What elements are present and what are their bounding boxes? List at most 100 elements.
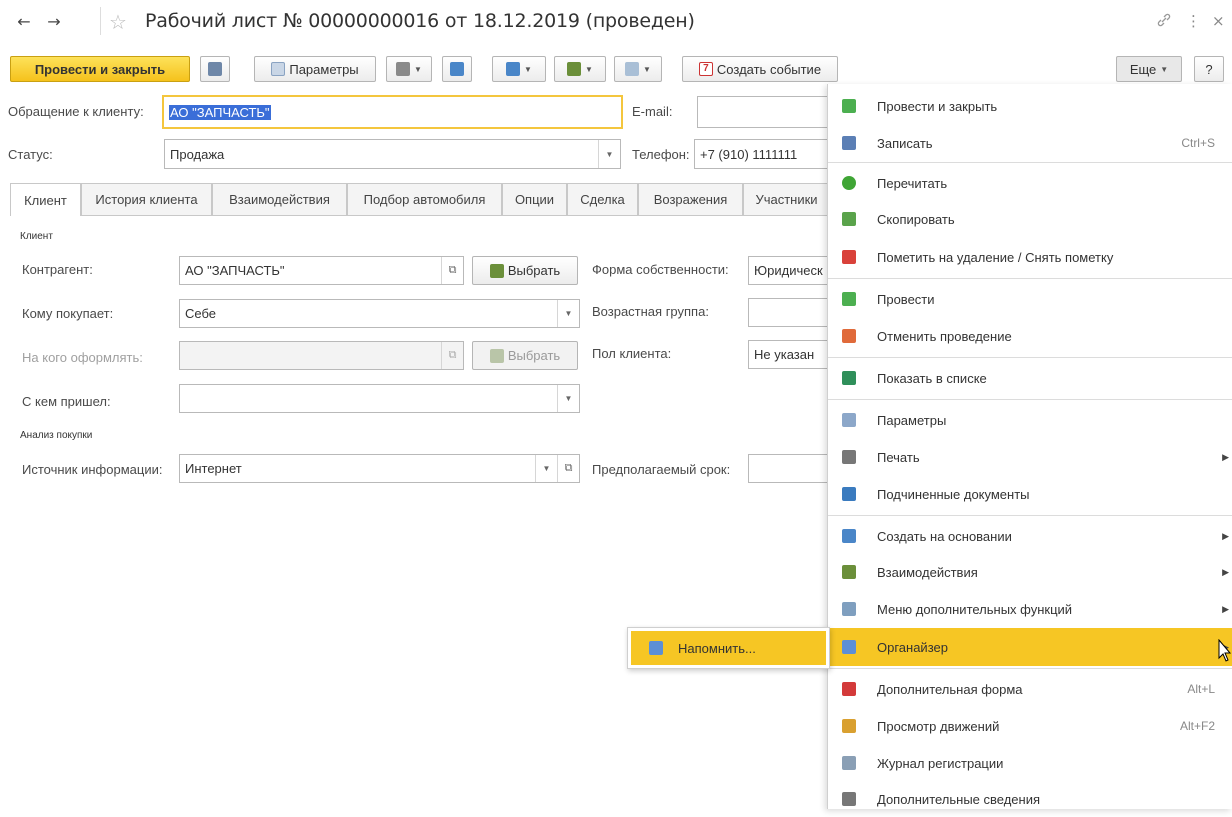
- came-with-select[interactable]: ▼: [179, 384, 580, 413]
- tab-objections[interactable]: Возражения: [638, 183, 743, 215]
- favorite-star-icon[interactable]: ☆: [106, 10, 130, 34]
- floppy-disk-icon: [208, 62, 222, 76]
- select-label-disabled: Выбрать: [507, 348, 561, 363]
- menu-item-label: Записать: [877, 135, 933, 151]
- forward-arrow-icon[interactable]: →: [42, 10, 66, 34]
- post-icon: [842, 292, 856, 306]
- menu-item-subordinate-docs[interactable]: Подчиненные документы: [828, 476, 1232, 512]
- buys-for-select[interactable]: Себе ▼: [179, 299, 580, 328]
- phone-field[interactable]: +7 (910) 1111111: [694, 139, 836, 169]
- chevron-down-icon[interactable]: ▼: [598, 140, 620, 168]
- menu-item-post[interactable]: Провести: [828, 281, 1232, 317]
- parameters-button[interactable]: Параметры: [254, 56, 376, 82]
- save-button[interactable]: [200, 56, 230, 82]
- title-bar: ← → ☆ Рабочий лист № 00000000016 от 18.1…: [0, 0, 1232, 44]
- menu-item-unpost[interactable]: Отменить проведение: [828, 318, 1232, 354]
- menu-item-organizer[interactable]: Органайзер ▶: [828, 628, 1232, 666]
- event-log-icon: [842, 756, 856, 770]
- chevron-down-icon[interactable]: ▼: [557, 385, 579, 412]
- expected-term-field[interactable]: [748, 454, 830, 483]
- menu-item-label: Перечитать: [877, 175, 948, 191]
- create-event-label: Создать событие: [716, 61, 822, 77]
- document-tree-icon: [450, 62, 464, 76]
- age-group-field[interactable]: [748, 298, 830, 327]
- menu-item-mark-deletion[interactable]: Пометить на удаление / Снять пометку: [828, 239, 1232, 275]
- chevron-down-icon: ▼: [1160, 64, 1169, 74]
- chevron-down-icon: ▼: [643, 64, 651, 74]
- menu-item-label: Пометить на удаление / Снять пометку: [877, 249, 1114, 265]
- tab-client[interactable]: Клиент: [10, 183, 81, 216]
- more-menu: Провести и закрыть Записать Ctrl+S Переч…: [827, 84, 1232, 809]
- register-to-field: ⧉: [179, 341, 464, 370]
- chevron-down-icon[interactable]: ▼: [557, 300, 579, 327]
- select-counterparty-button[interactable]: Выбрать: [472, 256, 578, 285]
- menu-item-save[interactable]: Записать Ctrl+S: [828, 125, 1232, 161]
- counterparty-field[interactable]: АО "ЗАПЧАСТЬ" ⧉: [179, 256, 464, 285]
- info-source-select[interactable]: Интернет ▼ ⧉: [179, 454, 580, 483]
- create-based-icon: [506, 62, 521, 76]
- menu-item-show-in-list[interactable]: Показать в списке: [828, 360, 1232, 396]
- create-event-button[interactable]: 7 Создать событие: [682, 56, 838, 82]
- info-source-value: Интернет: [185, 461, 242, 476]
- back-arrow-icon[interactable]: ←: [12, 10, 36, 34]
- menu-item-create-based-on[interactable]: Создать на основании ▶: [828, 518, 1232, 554]
- menu-item-extra-form[interactable]: Дополнительная форма Alt+L: [828, 671, 1232, 707]
- chevron-down-icon[interactable]: ▼: [535, 455, 557, 482]
- client-section-title: Клиент: [20, 231, 53, 242]
- interactions-button[interactable]: ▼: [554, 56, 606, 82]
- submenu-arrow-icon: ▶: [1222, 566, 1229, 577]
- email-field[interactable]: [697, 96, 837, 128]
- copy-icon: [842, 212, 856, 226]
- extra-functions-icon: [842, 602, 856, 616]
- post-and-close-button[interactable]: Провести и закрыть: [10, 56, 190, 82]
- extra-form-icon: [842, 682, 856, 696]
- create-based-on-button[interactable]: ▼: [492, 56, 546, 82]
- phone-label: Телефон:: [632, 147, 690, 162]
- close-icon[interactable]: ×: [1212, 12, 1225, 30]
- menu-item-parameters[interactable]: Параметры: [828, 402, 1232, 438]
- buys-for-label: Кому покупает:: [22, 306, 114, 321]
- menu-item-interactions[interactable]: Взаимодействия ▶: [828, 554, 1232, 590]
- open-icon[interactable]: ⧉: [557, 455, 579, 482]
- more-button[interactable]: Еще ▼: [1116, 56, 1182, 82]
- client-request-value: АО "ЗАПЧАСТЬ": [169, 104, 271, 120]
- menu-item-reread[interactable]: Перечитать: [828, 165, 1232, 201]
- tab-interactions[interactable]: Взаимодействия: [212, 183, 347, 215]
- tab-options[interactable]: Опции: [502, 183, 567, 215]
- menu-item-print[interactable]: Печать ▶: [828, 439, 1232, 475]
- print-button[interactable]: ▼: [386, 56, 432, 82]
- status-label: Статус:: [8, 147, 53, 162]
- ownership-field[interactable]: Юридическ: [748, 256, 830, 285]
- tab-client-history[interactable]: История клиента: [81, 183, 212, 215]
- list-icon: [842, 371, 856, 385]
- submenu-arrow-icon: ▶: [1222, 451, 1229, 462]
- menu-item-event-log[interactable]: Журнал регистрации: [828, 745, 1232, 781]
- subordinate-docs-button[interactable]: [442, 56, 472, 82]
- select-label: Выбрать: [507, 263, 561, 278]
- link-icon[interactable]: [1156, 12, 1172, 32]
- tab-deal[interactable]: Сделка: [567, 183, 638, 215]
- extra-functions-button[interactable]: ▼: [614, 56, 662, 82]
- ownership-label: Форма собственности:: [592, 262, 729, 277]
- floppy-disk-icon: [842, 136, 856, 150]
- tab-car-selection[interactable]: Подбор автомобиля: [347, 183, 502, 215]
- remind-icon: [649, 641, 663, 655]
- status-select[interactable]: Продажа ▼: [164, 139, 621, 169]
- menu-item-extra-functions[interactable]: Меню дополнительных функций ▶: [828, 591, 1232, 627]
- client-request-field[interactable]: АО "ЗАПЧАСТЬ": [162, 95, 623, 129]
- menu-item-copy[interactable]: Скопировать: [828, 201, 1232, 237]
- more-vertical-icon[interactable]: ⋮: [1186, 12, 1201, 30]
- menu-item-label: Дополнительные сведения: [877, 791, 1041, 807]
- extra-functions-icon: [625, 62, 640, 76]
- menu-item-remind[interactable]: Напомнить...: [631, 631, 826, 665]
- menu-item-label: Отменить проведение: [877, 328, 1012, 344]
- unpost-icon: [842, 329, 856, 343]
- chevron-down-icon: ▼: [414, 64, 422, 74]
- menu-item-additional-info[interactable]: Дополнительные сведения: [828, 781, 1232, 817]
- open-icon[interactable]: ⧉: [441, 257, 463, 284]
- menu-item-view-movements[interactable]: Просмотр движений Alt+F2: [828, 708, 1232, 744]
- tab-participants[interactable]: Участники: [743, 183, 830, 215]
- help-button[interactable]: ?: [1194, 56, 1224, 82]
- menu-item-post-and-close[interactable]: Провести и закрыть: [828, 88, 1232, 124]
- gender-field[interactable]: Не указан: [748, 340, 830, 369]
